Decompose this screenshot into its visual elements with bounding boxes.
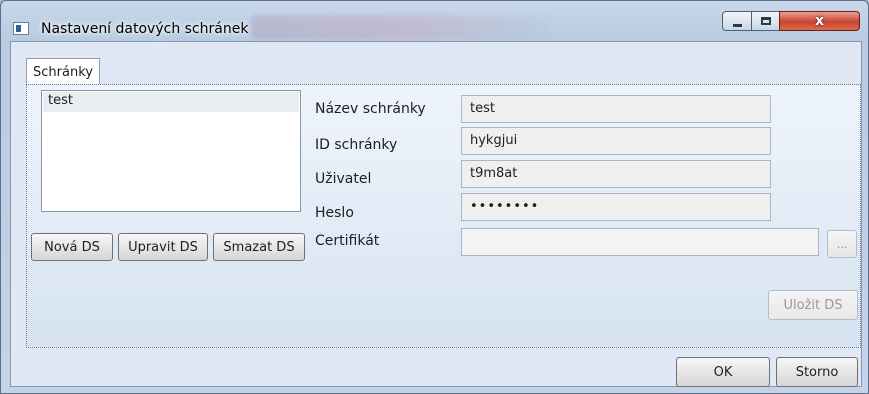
user-field[interactable]: t9m8at [461,160,771,188]
minimize-icon [732,23,742,27]
window-title: Nastavení datových schránek [41,21,249,37]
close-icon: x [814,13,825,29]
close-button[interactable]: x [779,11,860,31]
mailbox-list[interactable]: test [41,90,301,212]
certificate-label: Certifikát [315,233,380,249]
title-bar[interactable]: Nastavení datových schránek x [1,1,868,41]
name-label: Název schránky [315,101,426,117]
edit-mailbox-button[interactable]: Upravit DS [118,233,208,261]
settings-window: Nastavení datových schránek x Schránky t… [0,0,869,394]
user-label: Uživatel [315,171,372,187]
title-bar-glass [251,15,551,39]
window-icon[interactable] [13,22,29,35]
delete-mailbox-button[interactable]: Smazat DS [213,233,305,261]
new-mailbox-button[interactable]: Nová DS [31,233,113,261]
list-item[interactable]: test [43,92,299,112]
browse-certificate-button[interactable]: ... [827,230,857,258]
tab-panel: test Nová DS Upravit DS Smazat DS Název … [26,84,861,348]
caption-buttons: x [722,11,860,33]
cancel-button[interactable]: Storno [776,357,858,387]
save-mailbox-button[interactable]: Uložit DS [768,290,858,320]
password-field[interactable]: •••••••• [461,193,771,221]
password-label: Heslo [315,205,354,221]
id-field[interactable]: hykgjui [461,127,771,155]
window-client-area: Schránky test Nová DS Upravit DS Smazat … [10,41,862,387]
ok-button[interactable]: OK [676,357,770,387]
tab-schranky[interactable]: Schránky [26,58,100,85]
minimize-button[interactable] [722,11,752,31]
maximize-button[interactable] [751,11,780,31]
maximize-icon [760,17,771,25]
id-label: ID schránky [315,137,398,153]
name-field[interactable]: test [461,95,771,123]
certificate-field[interactable] [461,228,819,256]
